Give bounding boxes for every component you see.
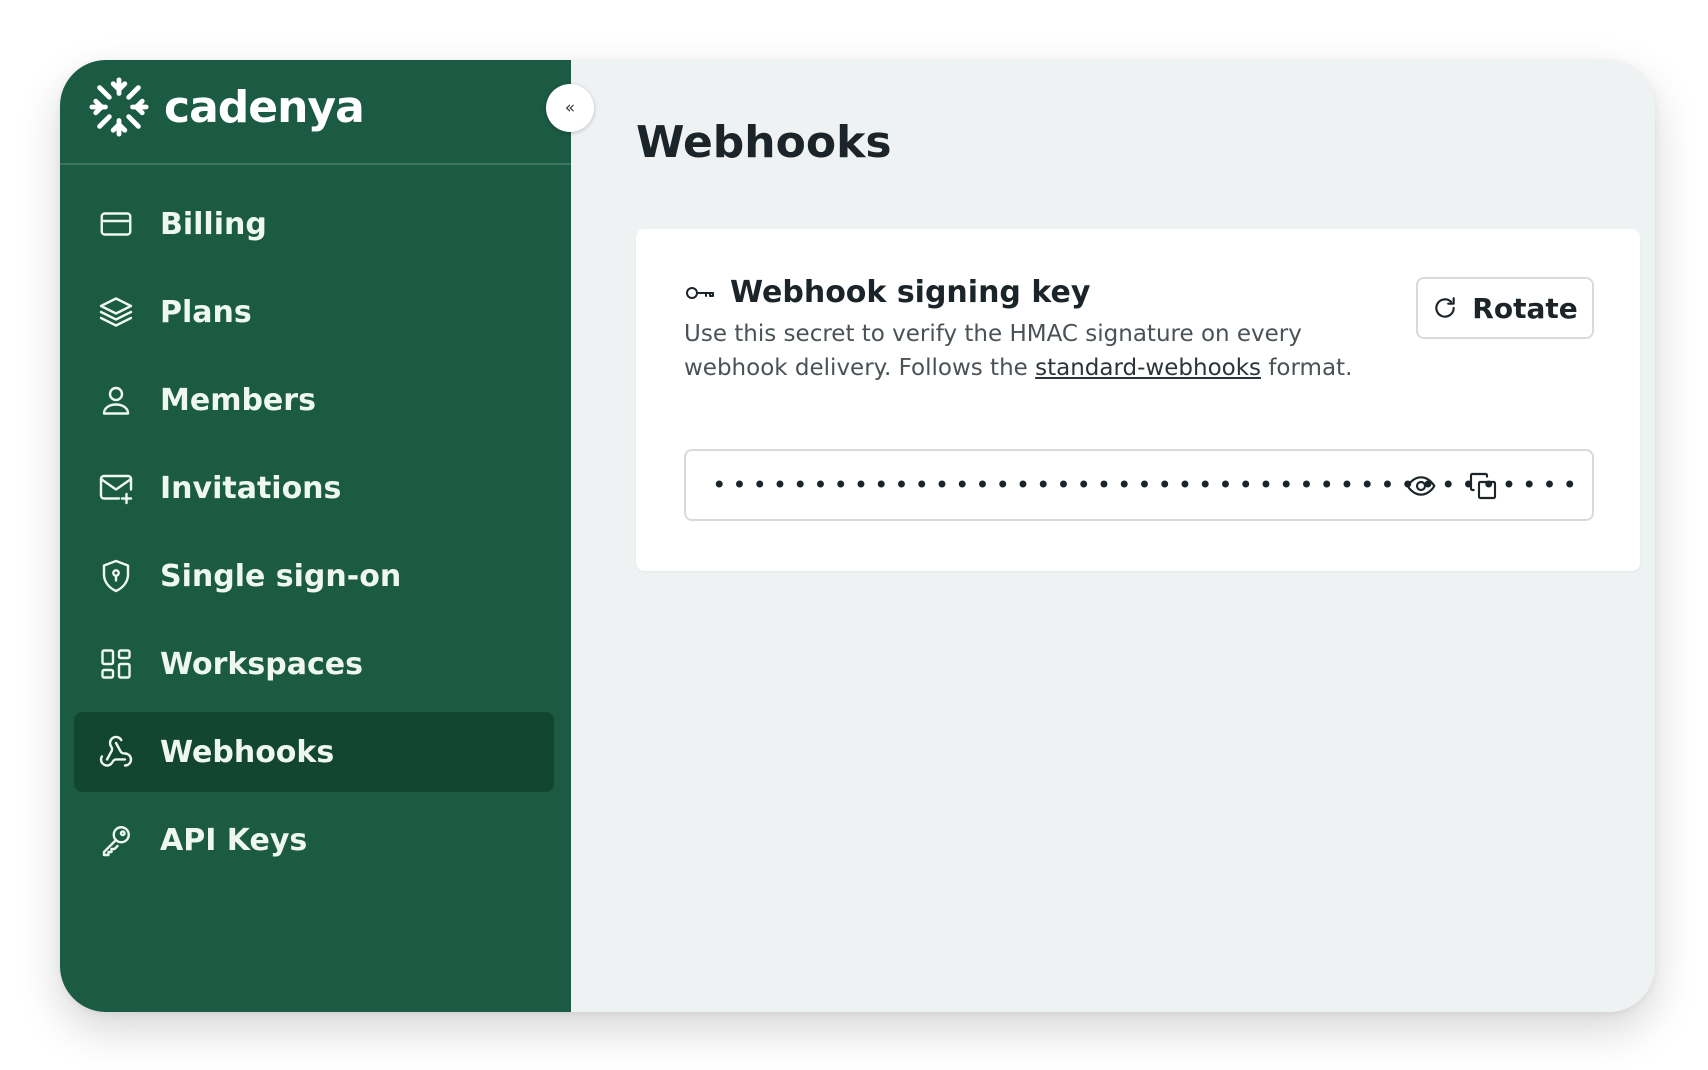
credit-card-icon	[98, 206, 134, 242]
brand-name: cadenya	[164, 81, 365, 133]
main-content: Webhooks Webhook signing key Use this se…	[571, 60, 1655, 1012]
sidebar-item-label: Plans	[160, 294, 252, 330]
sidebar-nav: Billing Plans Members Invitations Single…	[74, 184, 554, 888]
layout-grid-icon	[98, 646, 134, 682]
card-header: Webhook signing key	[684, 275, 1090, 310]
signing-secret-field[interactable]: ••••••••••••••••••••••••••••••••••••••••…	[684, 449, 1594, 521]
refresh-icon	[1435, 297, 1456, 318]
sidebar-item-billing[interactable]: Billing	[74, 184, 554, 264]
sidebar-item-label: Billing	[160, 206, 267, 242]
masked-secret: ••••••••••••••••••••••••••••••••••••••••…	[712, 471, 1583, 499]
sidebar-item-label: Members	[160, 382, 316, 418]
card-description: Use this secret to verify the HMAC signa…	[684, 317, 1404, 385]
standard-webhooks-link[interactable]: standard-webhooks	[1035, 355, 1261, 381]
signing-key-card: Webhook signing key Use this secret to v…	[636, 229, 1640, 571]
sidebar-item-single-sign-on[interactable]: Single sign-on	[74, 536, 554, 616]
app-window: cadenya Billing Plans Members Invitation…	[60, 60, 1655, 1012]
sidebar-item-api-keys[interactable]: API Keys	[74, 800, 554, 880]
chevrons-left-icon: «	[564, 98, 576, 118]
sidebar-item-workspaces[interactable]: Workspaces	[74, 624, 554, 704]
sidebar-item-plans[interactable]: Plans	[74, 272, 554, 352]
sidebar-item-label: Invitations	[160, 470, 342, 506]
key-icon	[98, 822, 134, 858]
sidebar: cadenya Billing Plans Members Invitation…	[60, 60, 571, 1012]
sidebar-item-label: Workspaces	[160, 646, 363, 682]
sidebar-divider	[60, 163, 571, 165]
layers-icon	[98, 294, 134, 330]
sidebar-item-webhooks[interactable]: Webhooks	[74, 712, 554, 792]
card-title: Webhook signing key	[730, 275, 1091, 310]
rotate-label: Rotate	[1472, 291, 1578, 325]
key-icon	[684, 281, 716, 305]
collapse-sidebar-button[interactable]: «	[546, 84, 594, 132]
sidebar-item-label: Webhooks	[160, 734, 335, 770]
sidebar-item-invitations[interactable]: Invitations	[74, 448, 554, 528]
sidebar-item-members[interactable]: Members	[74, 360, 554, 440]
rotate-button[interactable]: Rotate	[1416, 277, 1594, 339]
user-icon	[98, 382, 134, 418]
description-text-end: format.	[1261, 355, 1353, 381]
copy-icon[interactable]	[1466, 469, 1500, 503]
page-title: Webhooks	[636, 117, 892, 168]
sidebar-item-label: API Keys	[160, 822, 308, 858]
eye-icon[interactable]	[1404, 469, 1438, 503]
mail-plus-icon	[98, 470, 134, 506]
sidebar-item-label: Single sign-on	[160, 558, 402, 594]
brand[interactable]: cadenya	[88, 74, 365, 140]
shield-icon	[98, 558, 134, 594]
logo-mark-icon	[89, 77, 149, 137]
webhook-icon	[98, 734, 134, 770]
